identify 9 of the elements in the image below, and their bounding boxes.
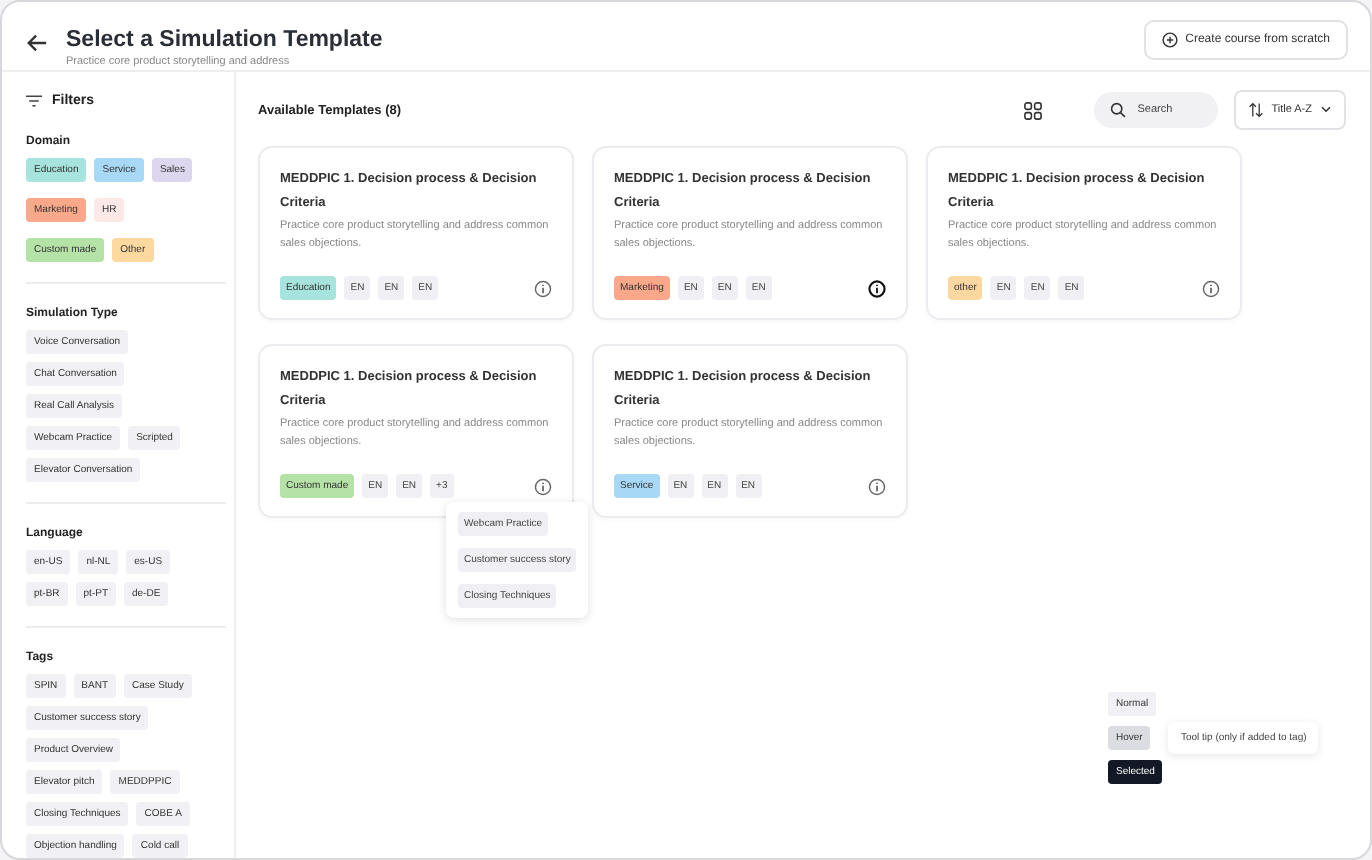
info-icon[interactable] bbox=[868, 279, 886, 297]
filter-icon bbox=[26, 94, 42, 108]
plus-circle-icon bbox=[1161, 32, 1178, 48]
page-title: Select a Simulation Template bbox=[66, 28, 383, 52]
grid-view-icon[interactable] bbox=[1023, 101, 1042, 119]
chevron-down-icon bbox=[1320, 106, 1332, 114]
back-arrow-icon[interactable] bbox=[26, 32, 48, 54]
sort-arrows-icon bbox=[1247, 102, 1264, 118]
search-icon bbox=[1109, 102, 1126, 118]
